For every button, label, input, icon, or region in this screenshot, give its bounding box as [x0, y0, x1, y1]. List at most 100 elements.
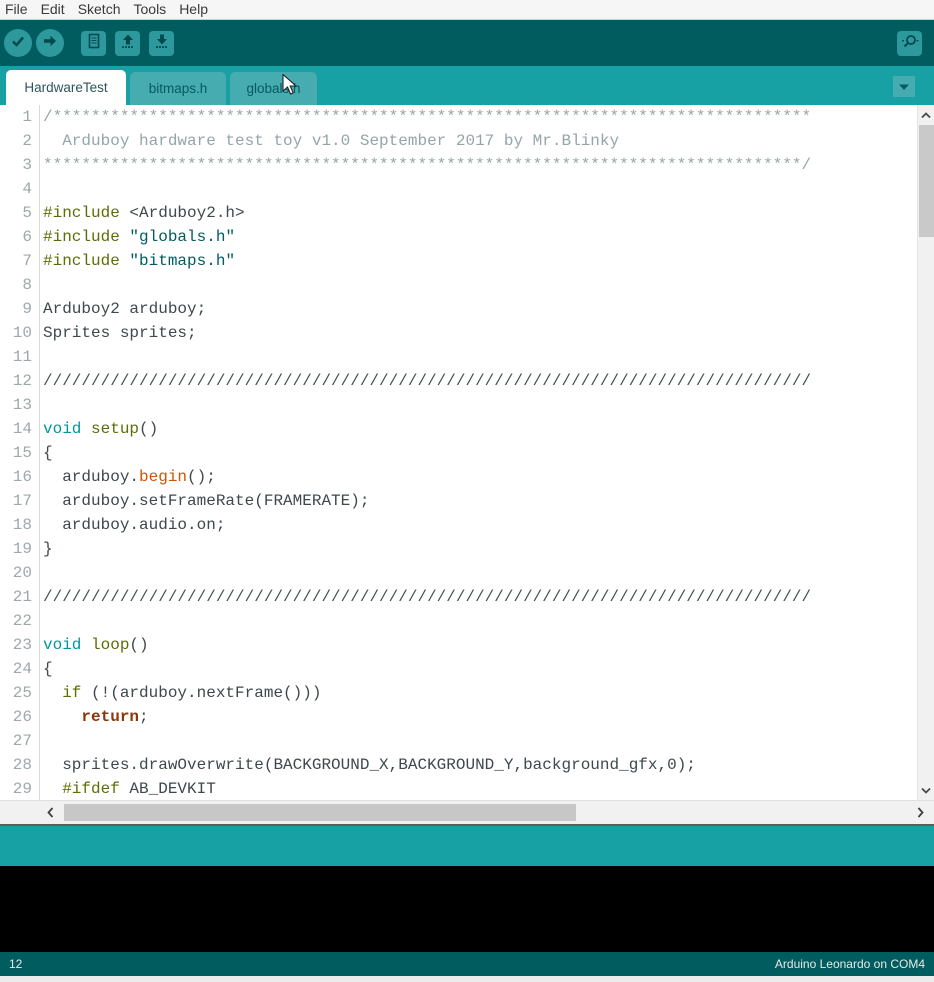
code-line: 11 [0, 345, 934, 369]
menu-edit[interactable]: Edit [36, 1, 73, 18]
vertical-scrollbar[interactable] [917, 105, 934, 800]
line-number: 25 [0, 681, 40, 705]
code-text [40, 729, 43, 753]
menu-bar: FileEditSketchToolsHelp [0, 0, 934, 20]
line-number: 5 [0, 201, 40, 225]
code-line: 28 sprites.drawOverwrite(BACKGROUND_X,BA… [0, 753, 934, 777]
bottom-status-bar: 12 Arduino Leonardo on COM4 [0, 952, 934, 976]
line-number: 8 [0, 273, 40, 297]
code-text: Arduboy hardware test toy v1.0 September… [40, 129, 619, 153]
code-line: 16 arduboy.begin(); [0, 465, 934, 489]
new-sketch-button[interactable] [81, 31, 106, 56]
line-number: 21 [0, 585, 40, 609]
line-number: 22 [0, 609, 40, 633]
code-text [40, 561, 43, 585]
code-line: 17 arduboy.setFrameRate(FRAMERATE); [0, 489, 934, 513]
menu-tools[interactable]: Tools [129, 1, 175, 18]
code-line: 15{ [0, 441, 934, 465]
code-line: 23void loop() [0, 633, 934, 657]
line-number: 26 [0, 705, 40, 729]
serial-monitor-button[interactable] [897, 31, 922, 56]
code-line: 24{ [0, 657, 934, 681]
scroll-up-arrow-icon[interactable] [918, 106, 934, 124]
code-line: 12//////////////////////////////////////… [0, 369, 934, 393]
code-text: arduboy.audio.on; [40, 513, 225, 537]
line-number: 2 [0, 129, 40, 153]
code-text [40, 273, 43, 297]
tab-hardwaretest[interactable]: HardwareTest [6, 70, 126, 105]
document-icon [86, 33, 102, 54]
code-text: return; [40, 705, 149, 729]
line-number: 15 [0, 441, 40, 465]
vertical-scrollbar-thumb[interactable] [919, 125, 934, 237]
menu-help[interactable]: Help [174, 1, 216, 18]
window-bottom-strip [0, 976, 934, 982]
menu-file[interactable]: File [0, 1, 36, 18]
horizontal-scrollbar-thumb[interactable] [64, 804, 576, 821]
save-sketch-button[interactable] [149, 31, 174, 56]
code-line: 7#include "bitmaps.h" [0, 249, 934, 273]
code-line: 27 [0, 729, 934, 753]
chevron-down-icon [898, 78, 910, 96]
menu-sketch[interactable]: Sketch [73, 1, 129, 18]
line-number: 20 [0, 561, 40, 585]
line-number: 29 [0, 777, 40, 801]
tab-list-dropdown-button[interactable] [893, 76, 915, 97]
line-number: 28 [0, 753, 40, 777]
code-text [40, 393, 43, 417]
line-number: 9 [0, 297, 40, 321]
line-number: 18 [0, 513, 40, 537]
line-number: 19 [0, 537, 40, 561]
code-text: { [40, 657, 53, 681]
line-number: 6 [0, 225, 40, 249]
code-line: 1/**************************************… [0, 105, 934, 129]
board-port-info: Arduino Leonardo on COM4 [775, 957, 925, 971]
scroll-down-arrow-icon[interactable] [918, 781, 934, 799]
line-number: 4 [0, 177, 40, 201]
code-text: #include <Arduboy2.h> [40, 201, 245, 225]
code-line: 26 return; [0, 705, 934, 729]
status-message-bar [0, 826, 934, 866]
line-number: 17 [0, 489, 40, 513]
tab-bar: HardwareTestbitmaps.hglobals.h [0, 66, 934, 105]
code-text: ////////////////////////////////////////… [40, 369, 811, 393]
check-icon [10, 33, 26, 54]
code-text [40, 609, 43, 633]
code-text: void setup() [40, 417, 158, 441]
code-line: 19} [0, 537, 934, 561]
code-text: void loop() [40, 633, 149, 657]
code-text: } [40, 537, 53, 561]
toolbar [0, 20, 934, 66]
verify-button[interactable] [4, 29, 32, 57]
line-number: 14 [0, 417, 40, 441]
code-text: #include "globals.h" [40, 225, 235, 249]
code-text: /***************************************… [40, 105, 811, 129]
tab-bitmaps-h[interactable]: bitmaps.h [130, 72, 226, 105]
code-text: ////////////////////////////////////////… [40, 585, 811, 609]
line-number: 27 [0, 729, 40, 753]
code-line: 2 Arduboy hardware test toy v1.0 Septemb… [0, 129, 934, 153]
code-line: 8 [0, 273, 934, 297]
line-number: 11 [0, 345, 40, 369]
mouse-cursor [282, 74, 302, 101]
upload-button[interactable] [36, 29, 64, 57]
code-line: 25 if (!(arduboy.nextFrame())) [0, 681, 934, 705]
down-arrow-tray-icon [154, 33, 170, 54]
code-text: #ifdef AB_DEVKIT [40, 777, 216, 801]
code-line: 20 [0, 561, 934, 585]
line-number: 13 [0, 393, 40, 417]
code-text: #include "bitmaps.h" [40, 249, 235, 273]
scroll-right-arrow-icon[interactable] [912, 804, 928, 821]
right-arrow-icon [42, 33, 58, 54]
code-line: 9Arduboy2 arduboy; [0, 297, 934, 321]
code-editor[interactable]: 1/**************************************… [0, 105, 934, 800]
arduino-ide-window: FileEditSketchToolsHelp [0, 0, 934, 982]
code-text: Arduboy2 arduboy; [40, 297, 206, 321]
horizontal-scrollbar[interactable] [0, 800, 934, 824]
code-text: Sprites sprites; [40, 321, 197, 345]
line-number: 10 [0, 321, 40, 345]
code-text: arduboy.setFrameRate(FRAMERATE); [40, 489, 369, 513]
scroll-left-arrow-icon[interactable] [42, 804, 58, 821]
tab-globals-h[interactable]: globals.h [230, 72, 317, 105]
open-sketch-button[interactable] [115, 31, 140, 56]
